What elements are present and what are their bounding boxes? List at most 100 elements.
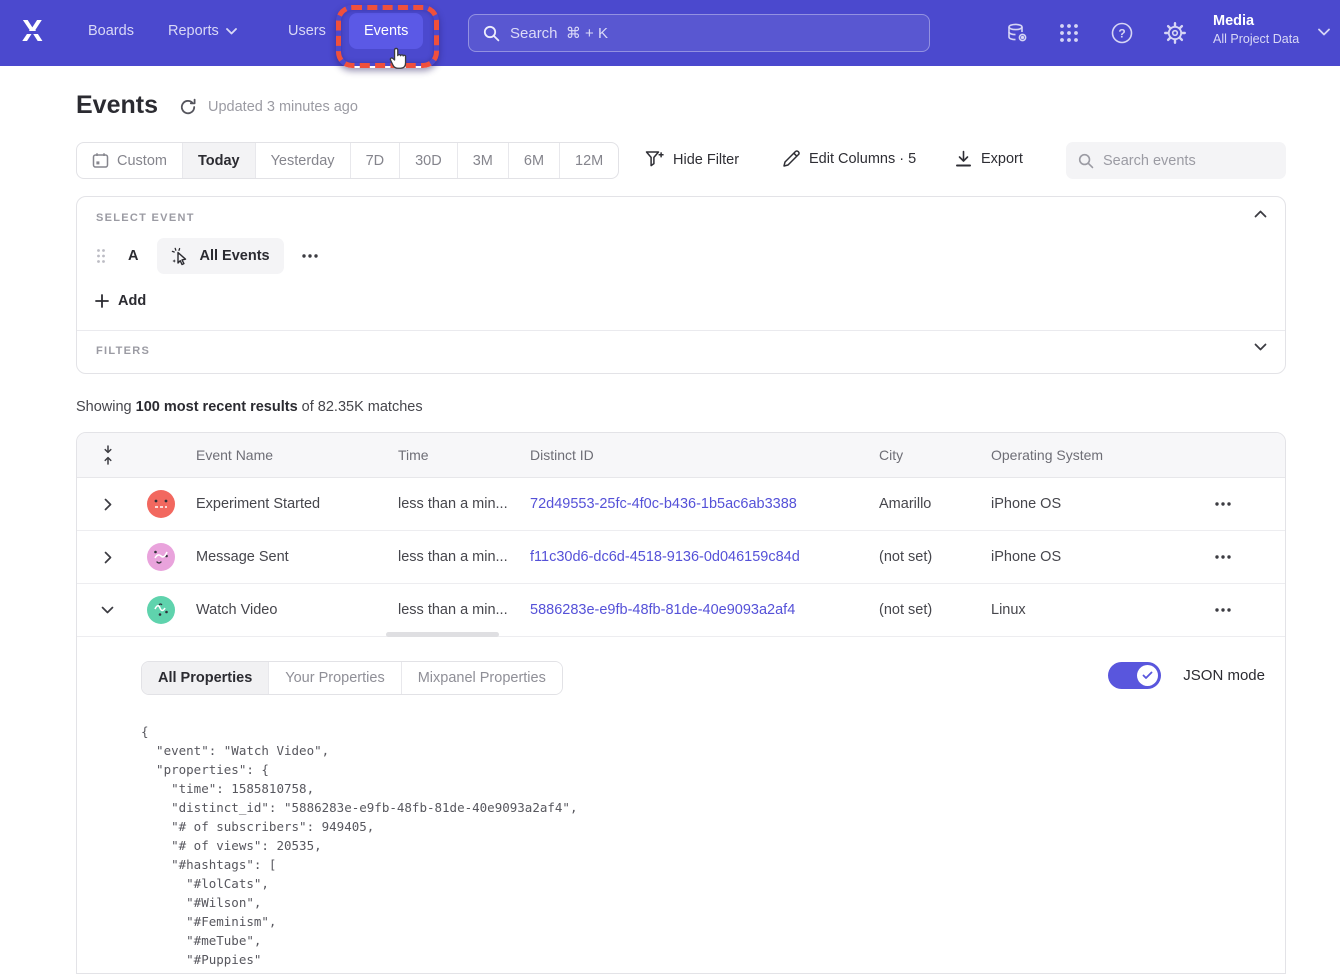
edit-columns-button[interactable]: Edit Columns · 5 — [782, 150, 916, 168]
summary-count: 100 most recent results — [136, 399, 298, 415]
refresh-icon[interactable] — [178, 97, 198, 117]
tab-all-properties[interactable]: All Properties — [142, 662, 268, 694]
apps-grid-icon[interactable] — [1057, 21, 1081, 45]
nav-item-users[interactable]: Users — [288, 23, 326, 39]
cell-distinct-id[interactable]: 72d49553-25fc-4f0c-b436-1b5ac6ab3388 — [518, 496, 867, 512]
global-search-input[interactable] — [510, 25, 915, 42]
header-distinct-id[interactable]: Distinct ID — [518, 447, 867, 463]
date-range-custom[interactable]: Custom — [77, 143, 182, 178]
event-json-code: { "event": "Watch Video", "properties": … — [141, 722, 1285, 974]
select-event-label: SELECT EVENT — [96, 212, 195, 224]
date-range-3m[interactable]: 3M — [457, 143, 508, 178]
expand-row-icon[interactable] — [77, 498, 138, 511]
help-icon[interactable]: ? — [1110, 21, 1134, 45]
table-row[interactable]: Experiment Started less than a min... 72… — [77, 478, 1285, 531]
drag-handle-icon[interactable] — [96, 248, 106, 264]
expand-row-icon[interactable] — [77, 551, 138, 564]
cell-city: (not set) — [867, 549, 979, 565]
settings-gear-icon[interactable] — [1163, 21, 1187, 45]
row-actions-icon[interactable] — [1161, 555, 1285, 559]
divider — [77, 330, 1285, 331]
search-events-box[interactable] — [1066, 142, 1286, 179]
cell-os: iPhone OS — [979, 549, 1161, 565]
nav-item-reports[interactable]: Reports — [168, 23, 237, 39]
tab-label: Your Properties — [285, 670, 384, 686]
hide-filter-button[interactable]: Hide Filter — [645, 150, 739, 169]
cell-distinct-id[interactable]: 5886283e-e9fb-48fb-81de-40e9093a2af4 — [518, 602, 867, 618]
event-selector-chip[interactable]: All Events — [157, 238, 283, 274]
segment-label: 6M — [524, 153, 544, 169]
filters-label: FILTERS — [96, 345, 150, 357]
toggle-check-icon — [1137, 665, 1158, 686]
segment-label: 12M — [575, 153, 603, 169]
cell-os: Linux — [979, 602, 1161, 618]
segment-label: 7D — [366, 153, 385, 169]
step-letter: A — [128, 248, 138, 264]
table-row[interactable]: Message Sent less than a min... f11c30d6… — [77, 531, 1285, 584]
date-range-7d[interactable]: 7D — [350, 143, 400, 178]
header-city[interactable]: City — [867, 447, 979, 463]
export-label: Export — [981, 151, 1023, 167]
header-event-name[interactable]: Event Name — [184, 447, 386, 463]
date-range-6m[interactable]: 6M — [508, 143, 559, 178]
expand-section-icon[interactable] — [1254, 343, 1267, 351]
date-range-30d[interactable]: 30D — [399, 143, 457, 178]
summary-prefix: Showing — [76, 399, 136, 415]
nav-item-boards[interactable]: Boards — [88, 23, 134, 39]
project-subtitle: All Project Data — [1213, 32, 1299, 46]
search-icon — [483, 25, 500, 42]
nav-item-label: Users — [288, 23, 326, 39]
header-os[interactable]: Operating System — [979, 447, 1161, 463]
plus-icon — [95, 294, 109, 308]
top-navbar: X Boards Reports Users Events — [0, 0, 1340, 66]
cell-distinct-id[interactable]: f11c30d6-dc6d-4518-9136-0d046159c84d — [518, 549, 867, 565]
mixpanel-logo[interactable]: X — [22, 17, 54, 49]
ellipsis-icon[interactable] — [302, 254, 318, 258]
cursor-click-icon — [171, 247, 190, 266]
segment-label: Today — [198, 153, 240, 169]
project-switcher[interactable]: Media All Project Data — [1213, 13, 1299, 46]
properties-tabs: All Properties Your Properties Mixpanel … — [141, 661, 563, 695]
nav-item-events-active[interactable]: Events — [349, 13, 423, 49]
nav-item-label: Reports — [168, 23, 219, 39]
query-builder-card: SELECT EVENT A — [76, 196, 1286, 374]
data-management-icon[interactable] — [1005, 21, 1029, 45]
cell-event-name: Experiment Started — [184, 496, 386, 512]
cell-city: (not set) — [867, 602, 979, 618]
date-range-12m[interactable]: 12M — [559, 143, 618, 178]
chevron-down-icon[interactable] — [1318, 28, 1330, 36]
filter-icon — [645, 150, 664, 169]
project-name: Media — [1213, 13, 1299, 29]
json-mode-toggle[interactable] — [1108, 662, 1161, 689]
collapse-row-icon[interactable] — [77, 606, 138, 614]
segment-label: Custom — [117, 153, 167, 169]
edit-columns-label: Edit Columns · 5 — [809, 151, 916, 167]
table-row-expanded[interactable]: Watch Video less than a min... 5886283e-… — [77, 584, 1285, 637]
pencil-icon — [782, 150, 800, 168]
row-actions-icon[interactable] — [1161, 502, 1285, 506]
tab-your-properties[interactable]: Your Properties — [268, 662, 400, 694]
tab-label: All Properties — [158, 670, 252, 686]
date-range-yesterday[interactable]: Yesterday — [255, 143, 350, 178]
segment-label: 30D — [415, 153, 442, 169]
json-mode-label: JSON mode — [1183, 667, 1265, 684]
collapse-section-icon[interactable] — [1254, 210, 1267, 218]
nav-item-label: Boards — [88, 23, 134, 39]
collapse-rows-icon[interactable] — [77, 445, 138, 465]
cell-os: iPhone OS — [979, 496, 1161, 512]
tab-label: Mixpanel Properties — [418, 670, 546, 686]
cell-time: less than a min... — [386, 496, 518, 512]
svg-text:?: ? — [1118, 27, 1125, 41]
tab-mixpanel-properties[interactable]: Mixpanel Properties — [401, 662, 562, 694]
segment-label: 3M — [473, 153, 493, 169]
header-time[interactable]: Time — [386, 447, 518, 463]
search-events-input[interactable] — [1103, 153, 1274, 169]
export-button[interactable]: Export — [955, 150, 1023, 168]
add-event-button[interactable]: Add — [95, 293, 146, 309]
date-range-today[interactable]: Today — [182, 143, 255, 178]
events-page: X Boards Reports Users Events — [0, 0, 1340, 974]
date-range-control: Custom Today Yesterday 7D 30D 3M 6M 12M — [76, 142, 619, 179]
chevron-down-icon — [226, 28, 237, 35]
global-search[interactable] — [468, 14, 930, 52]
row-actions-icon[interactable] — [1161, 608, 1285, 612]
